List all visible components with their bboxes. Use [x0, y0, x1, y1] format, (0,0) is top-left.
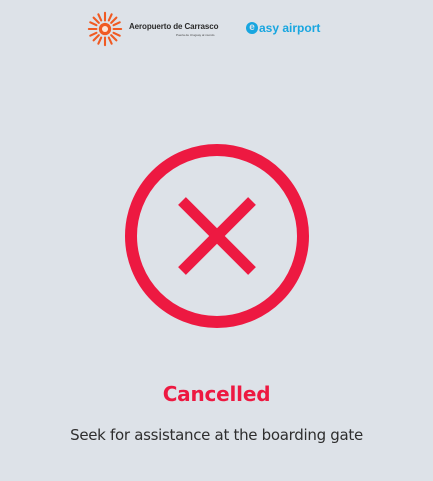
airport-tagline: Puerta de Uruguay al mundo [176, 33, 215, 37]
easy-airport-logo: e asy airport [246, 21, 320, 35]
cancel-x-icon [125, 144, 309, 328]
status-message: Seek for assistance at the boarding gate [70, 426, 363, 444]
header-logos: Aeropuerto de Carrasco Puerta de Uruguay… [0, 10, 433, 50]
partner-name: asy airport [259, 21, 321, 35]
airport-name: Aeropuerto de Carrasco [129, 22, 219, 31]
carrasco-sun-logo-icon [87, 11, 123, 47]
status-title: Cancelled [162, 382, 271, 406]
easy-airport-logo-icon: e [246, 22, 258, 34]
